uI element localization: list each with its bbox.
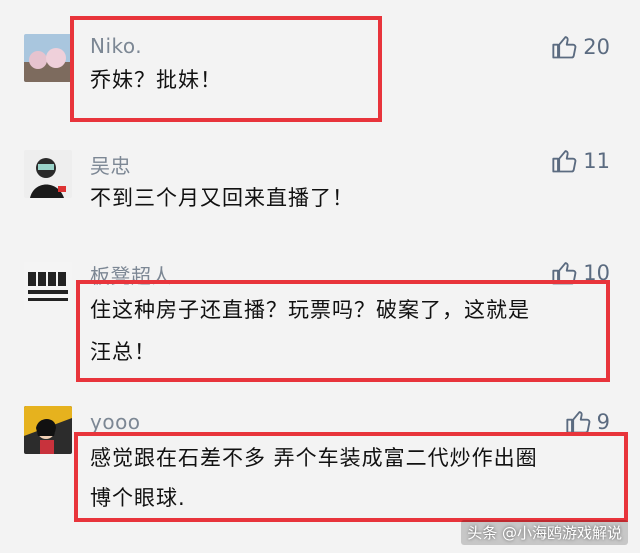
thumbs-up-icon (566, 411, 590, 434)
avatar[interactable] (24, 262, 72, 310)
like-count: 10 (583, 261, 610, 285)
like-button[interactable]: 9 (565, 408, 610, 436)
username[interactable]: 吴忠 (90, 150, 131, 179)
avatar[interactable] (24, 406, 72, 454)
comment-text: 不到三个月又回来直播了！ (90, 180, 354, 216)
thumbs-up-icon (552, 262, 577, 285)
thumbs-up-icon (552, 36, 577, 59)
comment-text-line: 乔妹？批妹！ (90, 68, 222, 92)
comment-text: 乔妹？批妹！ (90, 62, 222, 98)
username[interactable]: 板凳超人 (90, 260, 172, 289)
avatar[interactable] (24, 150, 72, 198)
like-count: 9 (596, 410, 610, 434)
like-button[interactable]: 20 (551, 33, 610, 61)
comment-text: 住这种房子还直播？玩票吗？破案了，这就是 汪总！ (90, 292, 530, 370)
comment-text-line: 不到三个月又回来直播了！ (90, 186, 354, 210)
like-count: 11 (583, 149, 610, 173)
comment-text: 感觉跟在石差不多 弄个车装成富二代炒作出圈 博个眼球. (90, 440, 538, 516)
comment-text-line: 住这种房子还直播？玩票吗？破案了，这就是 (90, 298, 530, 322)
comment-text-line: 博个眼球. (90, 486, 186, 510)
like-button[interactable]: 10 (551, 259, 610, 287)
username[interactable]: yooo (90, 410, 141, 434)
like-button[interactable]: 11 (551, 147, 610, 175)
like-count: 20 (583, 35, 610, 59)
comment-text-line: 感觉跟在石差不多 弄个车装成富二代炒作出圈 (90, 446, 538, 470)
watermark: 头条 @小海鸥游戏解说 (461, 520, 628, 545)
username[interactable]: Niko. (90, 34, 142, 58)
avatar[interactable] (24, 34, 72, 82)
comment-text-line: 汪总！ (90, 340, 156, 364)
thumbs-up-icon (552, 150, 577, 173)
